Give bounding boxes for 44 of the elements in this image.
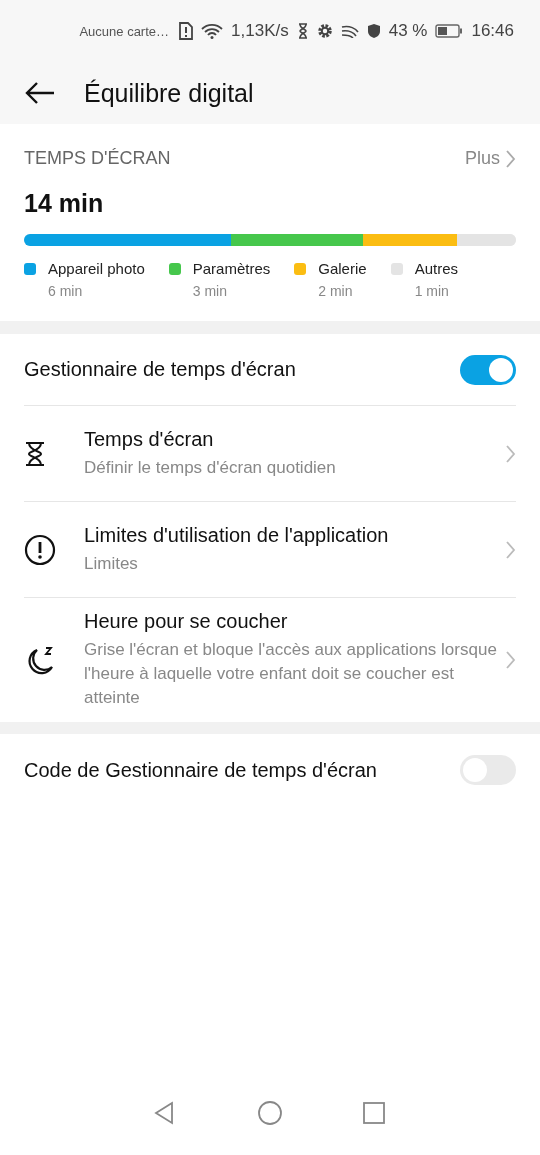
setting-label: Code de Gestionnaire de temps d'écran (24, 758, 377, 782)
sim-alert-icon (179, 22, 194, 40)
setting-row[interactable]: Heure pour se coucher Grise l'écran et bloque l'accès aux applications lorsque l'heure à laquelle votre enfant doit se coucher est atteinte (24, 598, 516, 722)
chevron-icon (506, 444, 516, 463)
battery-icon (435, 24, 464, 38)
wifi-icon (201, 23, 224, 39)
network-speed-text: 1,13K/s (231, 21, 289, 41)
back-arrow-icon[interactable] (24, 81, 56, 105)
chevron-icon (506, 540, 516, 559)
app-time: 3 min (192, 283, 228, 299)
app-time: 1 min (414, 283, 450, 299)
app-time: 2 min (318, 283, 354, 299)
setting-title: Limites d'utilisation de l'application (84, 523, 390, 547)
toggle-switch[interactable] (460, 354, 516, 385)
total-time: 14 min (24, 189, 105, 218)
setting-description: Limites (84, 552, 139, 575)
setting-title: Temps d'écran (84, 427, 215, 451)
setting-description: Définir le temps d'écran quotidien (84, 456, 337, 479)
app-time: 6 min (48, 283, 84, 299)
section-heading: TEMPS D'ÉCRAN (24, 148, 171, 169)
setting-row[interactable]: Temps d'écran Définir le temps d'écran quotidien (24, 406, 516, 502)
more-link[interactable]: Plus (465, 148, 516, 169)
swipe-icon (340, 24, 359, 38)
setting-label: Gestionnaire de temps d'écran (24, 358, 296, 381)
setting-row[interactable]: Limites d'utilisation de l'application Limites (24, 502, 516, 598)
app-name: Autres (414, 260, 458, 277)
app-name: Paramètres (192, 260, 271, 277)
hourglass-icon (24, 440, 46, 467)
battery-percent-text: 43 % (388, 21, 428, 41)
shield-icon (366, 23, 381, 39)
home-icon[interactable] (258, 1101, 282, 1125)
chevron-icon (506, 149, 516, 168)
page-title: Équilibre digital (84, 78, 254, 108)
hourglass-icon (296, 23, 309, 39)
alert-icon (24, 533, 56, 566)
recents-icon[interactable] (362, 1101, 386, 1125)
carrier-text: Aucune carte… (79, 23, 170, 39)
setting-description: Grise l'écran et bloque l'accès aux applications lorsque l'heure à laquelle votre enfant doit se coucher est atteinte (84, 639, 498, 709)
setting-title: Heure pour se coucher (84, 610, 289, 633)
chevron-icon (506, 651, 516, 669)
clock-text: 16:46 (471, 21, 514, 41)
app-name: Galerie (318, 260, 367, 277)
app-name: Appareil photo (48, 260, 145, 277)
settings-icon (316, 23, 333, 39)
